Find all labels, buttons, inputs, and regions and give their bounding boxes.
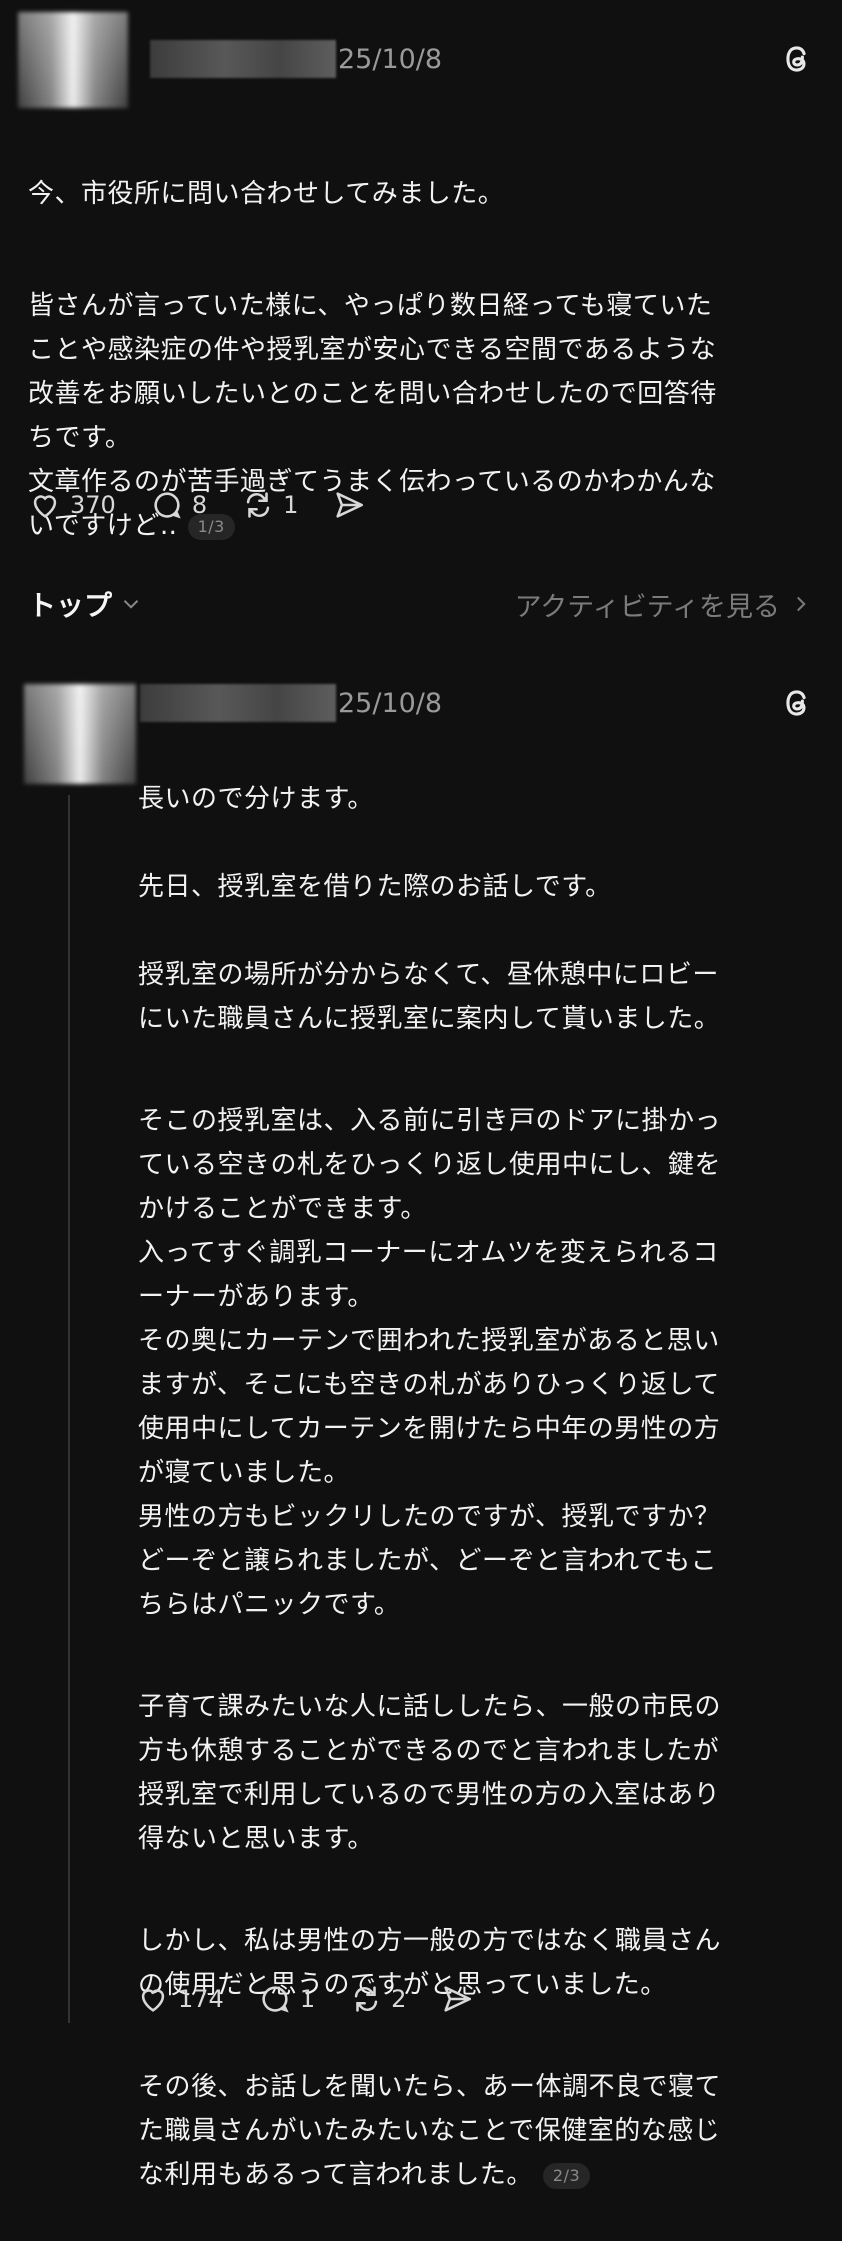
send-icon xyxy=(444,1986,472,2012)
replies-toolbar: トップ アクティビティを見る xyxy=(28,584,814,624)
thread-connector-line xyxy=(68,795,70,2023)
comment-count: 8 xyxy=(191,491,208,519)
post-body: 今、市役所に問い合わせしてみました。 皆さんが言っていた様に、やっぱり数日経って… xyxy=(28,128,818,592)
post-author-avatar[interactable] xyxy=(18,12,128,108)
repost-button[interactable]: 2 xyxy=(349,1982,406,2016)
sort-dropdown[interactable]: トップ xyxy=(28,584,144,624)
comment-count: 1 xyxy=(299,1985,316,2013)
reply-actions: 174 1 2 xyxy=(136,1982,516,2016)
like-count: 370 xyxy=(70,491,116,519)
comment-button[interactable]: 1 xyxy=(258,1982,315,2016)
comment-button[interactable]: 8 xyxy=(150,488,207,522)
send-icon xyxy=(336,492,364,518)
post-date: 25/10/8 xyxy=(338,44,443,75)
like-button[interactable]: 174 xyxy=(136,1982,224,2016)
reply-paragraph: 先日、授乳室を借りた際のお話しです。 xyxy=(138,872,612,902)
reply-paragraph: 授乳室の場所が分からなくて、昼休憩中にロビー にいた職員さんに授乳室に案内して貰… xyxy=(138,960,721,1034)
share-button[interactable] xyxy=(332,488,374,522)
reply-paragraph-text: その後、お話しを聞いたら、あー体調不良で寝て た職員さんがいたみたいなことで保健… xyxy=(138,2072,722,2190)
share-button[interactable] xyxy=(440,1982,482,2016)
reply-paragraph: そこの授乳室は、入る前に引き戸のドアに掛かっ ている空きの札をひっくり返し使用中… xyxy=(138,1106,722,1620)
comment-icon xyxy=(154,492,181,519)
repost-count: 1 xyxy=(283,491,299,519)
threads-logo-icon[interactable] xyxy=(780,42,814,76)
heart-icon xyxy=(141,1989,165,2012)
reply-page-indicator: 2/3 xyxy=(542,2162,591,2189)
repost-icon xyxy=(354,1986,378,2012)
comment-icon xyxy=(262,1986,289,2013)
reply-paragraph: 長いので分けます。 xyxy=(138,784,374,814)
like-count: 174 xyxy=(178,1985,224,2013)
activity-label: アクティビティを見る xyxy=(514,591,780,623)
sort-label: トップ xyxy=(28,589,113,622)
view-activity-link[interactable]: アクティビティを見る xyxy=(515,585,814,624)
reply-author-name-redacted[interactable] xyxy=(140,684,336,722)
like-button[interactable]: 370 xyxy=(28,488,116,522)
chevron-right-icon xyxy=(797,596,806,612)
post-actions: 370 8 1 xyxy=(28,488,408,522)
chevron-down-icon xyxy=(123,600,139,609)
repost-count: 2 xyxy=(391,1985,407,2013)
heart-icon xyxy=(33,495,57,518)
reply-author-avatar[interactable] xyxy=(24,684,136,784)
repost-button[interactable]: 1 xyxy=(241,488,298,522)
reply-date: 25/10/8 xyxy=(338,688,443,719)
reply-paragraph: その後、お話しを聞いたら、あー体調不良で寝て た職員さんがいたみたいなことで保健… xyxy=(138,2065,828,2197)
threads-logo-icon[interactable] xyxy=(780,686,814,720)
reply-paragraph: 子育て課みたいな人に話ししたら、一般の市民の 方も休憩することができるのでと言わ… xyxy=(138,1692,722,1854)
post-paragraph: 今、市役所に問い合わせしてみました。 xyxy=(28,179,505,209)
repost-icon xyxy=(246,492,270,518)
post-author-name-redacted[interactable] xyxy=(150,40,336,78)
